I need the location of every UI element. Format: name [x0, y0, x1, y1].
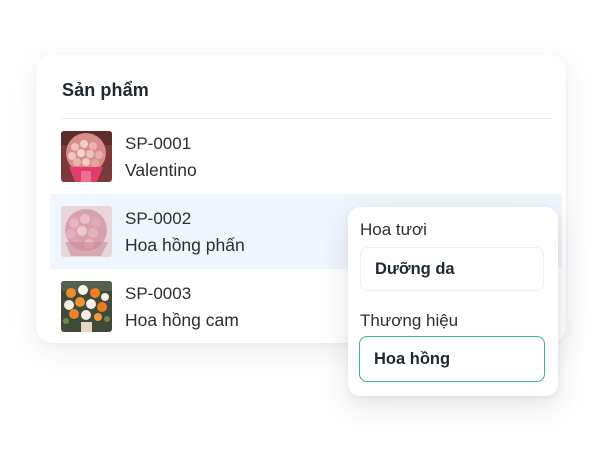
product-name: Hoa hồng phấn	[125, 235, 245, 255]
product-code: SP-0002	[125, 209, 192, 228]
product-name: Hoa hồng cam	[125, 310, 239, 330]
product-code: SP-0001	[125, 134, 192, 153]
panel-title: Sản phẩm	[62, 80, 149, 100]
pink-rose-bouquet-image	[61, 206, 112, 257]
product-name: Valentino	[125, 160, 197, 180]
category-field[interactable]	[360, 247, 544, 291]
brand-field[interactable]	[359, 336, 545, 382]
valentino-bouquet-image	[61, 131, 112, 182]
product-code: SP-0003	[125, 284, 192, 303]
product-row[interactable]: SP-0001 Valentino	[50, 119, 562, 194]
category-label: Hoa tươi	[360, 220, 427, 239]
orange-rose-stand-image	[61, 281, 112, 332]
brand-label: Thương hiệu	[360, 311, 459, 330]
filter-popup: Hoa tươi Thương hiệu	[348, 207, 558, 396]
